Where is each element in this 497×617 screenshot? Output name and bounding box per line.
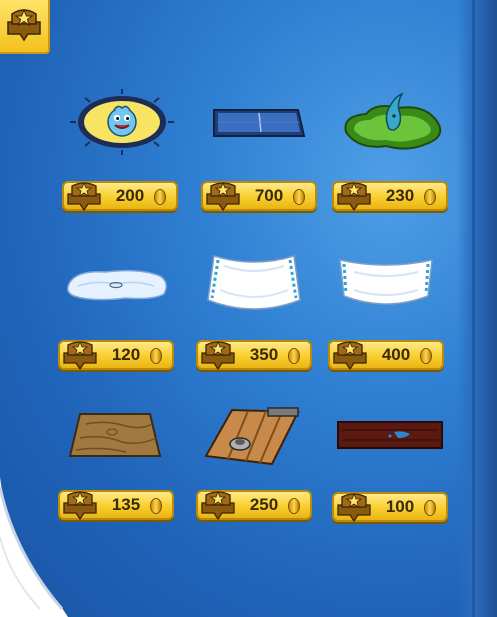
coin-icon [424, 500, 436, 516]
coin-badge-icon [337, 492, 371, 523]
dark-plank-icon [337, 421, 443, 449]
puffle-rug-icon [70, 89, 174, 155]
white-curtain-a-item[interactable] [194, 246, 314, 326]
price-tag[interactable]: 230 [332, 181, 448, 212]
star-badge-icon[interactable] [0, 0, 50, 54]
price-amount: 135 [111, 495, 141, 514]
coin-icon [154, 189, 166, 205]
wood-trapdoor-item[interactable] [194, 398, 314, 478]
price-tag[interactable]: 135 [58, 490, 174, 521]
price-amount: 350 [249, 345, 279, 364]
price-tag[interactable]: 120 [58, 340, 174, 371]
blue-mat-item[interactable] [200, 86, 320, 166]
coin-icon [293, 189, 305, 205]
price-amount: 400 [381, 345, 411, 364]
blue-mat-icon [213, 109, 306, 137]
coin-icon [288, 348, 300, 364]
ice-patch-icon [67, 269, 167, 301]
price-tag[interactable]: 400 [328, 340, 444, 371]
coin-icon [150, 498, 162, 514]
coin-icon [288, 498, 300, 514]
puffle-rug-item[interactable] [62, 86, 182, 166]
price-amount: 120 [111, 345, 141, 364]
catalog-page: 200 700 230 120 350 400 135 250 100 [0, 0, 497, 617]
dark-plank-item[interactable] [332, 408, 452, 488]
coin-badge-icon [67, 181, 101, 212]
green-puddle-icon [344, 92, 442, 150]
ice-patch-item[interactable] [56, 250, 176, 330]
white-curtain-b-icon [339, 259, 433, 305]
wood-mat-icon [68, 413, 162, 457]
price-amount: 230 [385, 186, 415, 205]
coin-badge-icon [201, 490, 235, 521]
coin-badge-icon [63, 340, 97, 371]
price-amount: 200 [115, 186, 145, 205]
coin-icon [424, 189, 436, 205]
price-tag[interactable]: 250 [196, 490, 312, 521]
page-curl-icon[interactable] [0, 477, 68, 617]
price-tag[interactable]: 700 [201, 181, 317, 212]
white-curtain-a-icon [207, 255, 301, 310]
wood-trapdoor-icon [204, 407, 300, 466]
coin-badge-icon [206, 181, 240, 212]
price-amount: 700 [254, 186, 284, 205]
wood-mat-item[interactable] [56, 398, 176, 478]
green-puddle-item[interactable] [332, 86, 452, 166]
coin-icon [420, 348, 432, 364]
price-amount: 100 [385, 497, 415, 516]
price-tag[interactable]: 100 [332, 492, 448, 523]
coin-badge-icon [201, 340, 235, 371]
spine-line [472, 0, 475, 617]
price-tag[interactable]: 350 [196, 340, 312, 371]
coin-badge-icon [333, 340, 367, 371]
coin-icon [150, 348, 162, 364]
coin-badge-icon [337, 181, 371, 212]
price-tag[interactable]: 200 [62, 181, 178, 212]
price-amount: 250 [249, 495, 279, 514]
catalog-spine [457, 0, 497, 617]
white-curtain-b-item[interactable] [326, 246, 446, 326]
